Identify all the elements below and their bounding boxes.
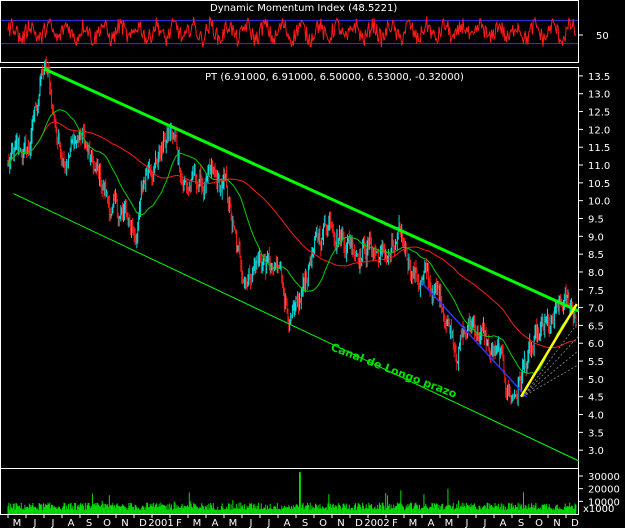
- short-moving-average: [7, 109, 576, 374]
- time-tick-label: 2002: [364, 518, 389, 528]
- time-tick-label: J: [267, 518, 271, 528]
- price-tick-label: 7.5: [588, 286, 604, 297]
- time-tick-label: S: [518, 518, 524, 528]
- price-tick-label: 6.0: [588, 339, 604, 350]
- price-tick-label: 11.5: [588, 143, 610, 154]
- time-tick-label: J: [483, 518, 487, 528]
- time-tick-label: J: [465, 518, 469, 528]
- time-tick-label: M: [13, 518, 22, 528]
- long-channel-top-line: [43, 67, 580, 313]
- price-series: [7, 56, 580, 462]
- time-tick-label: M: [445, 518, 454, 528]
- price-tick-label: 8.0: [588, 268, 604, 279]
- price-tick-label: 11.0: [588, 161, 610, 172]
- time-tick-label: A: [428, 518, 435, 528]
- time-tick-label: A: [212, 518, 219, 528]
- volume-tick-label: 20000: [588, 485, 620, 496]
- time-tick-label: O: [319, 518, 327, 528]
- time-tick-label: F: [176, 518, 182, 528]
- momentum-line: [7, 15, 577, 48]
- time-tick-label: D: [355, 518, 363, 528]
- price-tick-label: 13.5: [588, 72, 610, 83]
- time-tick-label: A: [284, 518, 291, 528]
- time-tick-label: 2001: [148, 518, 173, 528]
- price-tick-label: 12.0: [588, 125, 610, 136]
- time-tick-label: D: [139, 518, 147, 528]
- time-tick-label: N: [337, 518, 344, 528]
- price-tick-label: 6.5: [588, 321, 604, 332]
- price-tick-label: 9.5: [588, 214, 604, 225]
- time-tick-label: S: [302, 518, 308, 528]
- momentum-title: Dynamic Momentum Index (48.5221): [210, 3, 397, 14]
- volume-tick-label: 30000: [588, 472, 620, 483]
- price-tick-label: 5.5: [588, 357, 604, 368]
- time-tick-label: D: [571, 518, 579, 528]
- time-tick-label: M: [409, 518, 418, 528]
- price-tick-label: 8.5: [588, 250, 604, 261]
- time-tick-label: M: [229, 518, 238, 528]
- long-channel-annotation: Canal de Longo prazo: [329, 341, 459, 401]
- time-tick-label: N: [553, 518, 560, 528]
- time-tick-label: J: [33, 518, 37, 528]
- time-tick-label: M: [193, 518, 202, 528]
- time-tick-label: S: [86, 518, 92, 528]
- price-tick-label: 9.0: [588, 232, 604, 243]
- price-tick-label: 3.5: [588, 428, 604, 439]
- price-tick-label: 10.0: [588, 197, 610, 208]
- axes: 13.5 13.0 12.5 12.0 11.5 11.0 10.5 10.0 9.5 9.0 8.…: [7, 31, 620, 528]
- time-tick-label: N: [121, 518, 128, 528]
- time-tick-label: F: [392, 518, 398, 528]
- time-tick-label: J: [249, 518, 253, 528]
- long-channel-bottom-line: [13, 193, 579, 462]
- time-tick-label: J: [51, 518, 55, 528]
- time-tick-label: A: [68, 518, 75, 528]
- price-tick-label: 7.0: [588, 304, 604, 315]
- time-tick-label: O: [535, 518, 543, 528]
- price-tick-label: 5.0: [588, 375, 604, 386]
- volume-unit-label: x1000: [583, 504, 614, 515]
- price-tick-label: 4.5: [588, 393, 604, 404]
- price-tick-label: 10.5: [588, 179, 610, 190]
- momentum-series: [1, 15, 578, 48]
- volume-series: [7, 472, 577, 514]
- chart-canvas: Dynamic Momentum Index (48.5221) PT (6.9…: [0, 0, 620, 528]
- time-tick-label: O: [103, 518, 111, 528]
- price-panel-frame: [0, 67, 579, 469]
- price-tick-label: 4.0: [588, 411, 604, 422]
- chart-window: Dynamic Momentum Index (48.5221) PT (6.9…: [0, 0, 625, 528]
- price-tick-label: 13.0: [588, 90, 610, 101]
- time-tick-label: A: [500, 518, 507, 528]
- price-tick-label: 12.5: [588, 108, 610, 119]
- price-title: PT (6.91000, 6.91000, 6.50000, 6.53000, …: [205, 72, 464, 83]
- momentum-tick-label: 50: [596, 31, 609, 42]
- price-tick-label: 3.0: [588, 446, 604, 457]
